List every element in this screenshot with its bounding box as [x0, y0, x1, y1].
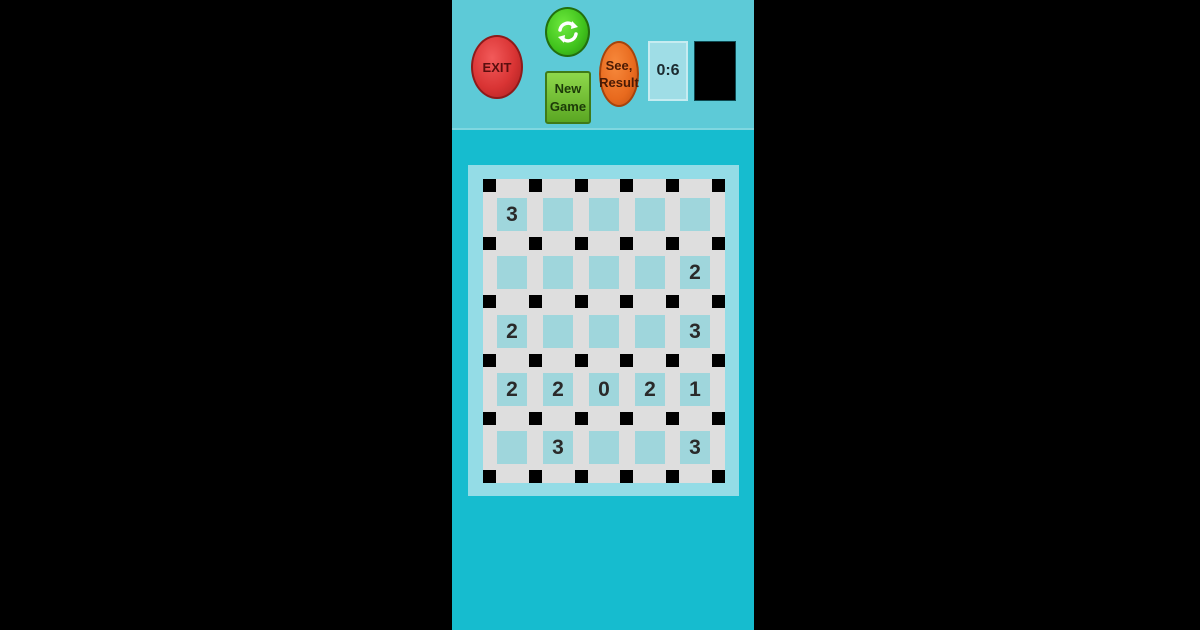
board-cell[interactable]	[543, 256, 573, 289]
board-cell[interactable]	[589, 198, 619, 231]
grid-dot	[575, 295, 588, 308]
grid-dot	[620, 237, 633, 250]
see-result-button[interactable]: See, Result	[599, 41, 639, 107]
grid-dot	[712, 470, 725, 483]
status-box	[694, 41, 736, 101]
board-cell[interactable]	[635, 315, 665, 348]
board-cell[interactable]: 3	[680, 431, 710, 464]
grid-dot	[620, 412, 633, 425]
score-display: 0:6	[648, 41, 688, 101]
refresh-icon	[557, 21, 578, 43]
grid-dot	[666, 412, 679, 425]
grid-dot	[712, 412, 725, 425]
board-cell[interactable]: 2	[543, 373, 573, 406]
grid-dot	[712, 354, 725, 367]
grid-dot	[666, 237, 679, 250]
board-cell[interactable]: 0	[589, 373, 619, 406]
grid-dot	[666, 179, 679, 192]
grid-dot	[483, 470, 496, 483]
grid-dot	[575, 237, 588, 250]
board-frame: 32232202133	[468, 165, 739, 496]
grid-dot	[666, 295, 679, 308]
board-cell[interactable]: 2	[635, 373, 665, 406]
puzzle-board[interactable]: 32232202133	[483, 179, 725, 483]
refresh-button[interactable]	[545, 7, 590, 57]
board-cell[interactable]: 3	[497, 198, 527, 231]
grid-dot	[620, 179, 633, 192]
board-cell[interactable]	[635, 431, 665, 464]
grid-dot	[483, 354, 496, 367]
grid-dot	[483, 237, 496, 250]
board-cell[interactable]	[589, 256, 619, 289]
board-cell[interactable]: 3	[543, 431, 573, 464]
new-game-label-line2: Game	[549, 98, 587, 114]
new-game-label-line1: New	[554, 80, 582, 96]
new-game-button[interactable]: New Game	[545, 71, 591, 124]
board-cell[interactable]	[543, 198, 573, 231]
board-cell[interactable]	[497, 256, 527, 289]
grid-dot	[666, 354, 679, 367]
board-cell[interactable]	[635, 256, 665, 289]
grid-dot	[483, 412, 496, 425]
grid-dot	[483, 295, 496, 308]
grid-dot	[575, 179, 588, 192]
stage: EXIT New Game See, Result 0:6 3 2 2 3 2 …	[0, 0, 1200, 630]
grid-dot	[712, 179, 725, 192]
score-value: 0:6	[656, 62, 680, 79]
grid-dot	[620, 295, 633, 308]
toolbar: EXIT New Game See, Result 0:6	[452, 0, 754, 130]
board-cell[interactable]: 2	[497, 373, 527, 406]
grid-dot	[620, 470, 633, 483]
grid-dot	[620, 354, 633, 367]
board-cell[interactable]	[589, 431, 619, 464]
see-result-label-line1: See,	[605, 58, 633, 73]
grid-dot	[712, 237, 725, 250]
grid-dot	[529, 354, 542, 367]
grid-dot	[529, 470, 542, 483]
grid-dot	[529, 237, 542, 250]
grid-dot	[529, 179, 542, 192]
board-cell[interactable]	[589, 315, 619, 348]
grid-dot	[529, 412, 542, 425]
board-cell[interactable]: 2	[680, 256, 710, 289]
grid-dot	[712, 295, 725, 308]
grid-dot	[666, 470, 679, 483]
board-cell[interactable]	[635, 198, 665, 231]
board-cell[interactable]: 2	[497, 315, 527, 348]
see-result-label-line2: Result	[599, 75, 639, 90]
grid-dot	[575, 412, 588, 425]
grid-dot	[575, 470, 588, 483]
board-cell[interactable]: 3	[680, 315, 710, 348]
grid-dot	[529, 295, 542, 308]
grid-dot	[483, 179, 496, 192]
exit-button[interactable]: EXIT	[471, 35, 523, 99]
grid-dot	[575, 354, 588, 367]
board-cell[interactable]	[497, 431, 527, 464]
board-cell[interactable]	[543, 315, 573, 348]
game-panel: EXIT New Game See, Result 0:6 3 2 2 3 2 …	[452, 0, 754, 630]
board-cell[interactable]	[680, 198, 710, 231]
board-cell[interactable]: 1	[680, 373, 710, 406]
exit-button-label: EXIT	[482, 59, 512, 75]
